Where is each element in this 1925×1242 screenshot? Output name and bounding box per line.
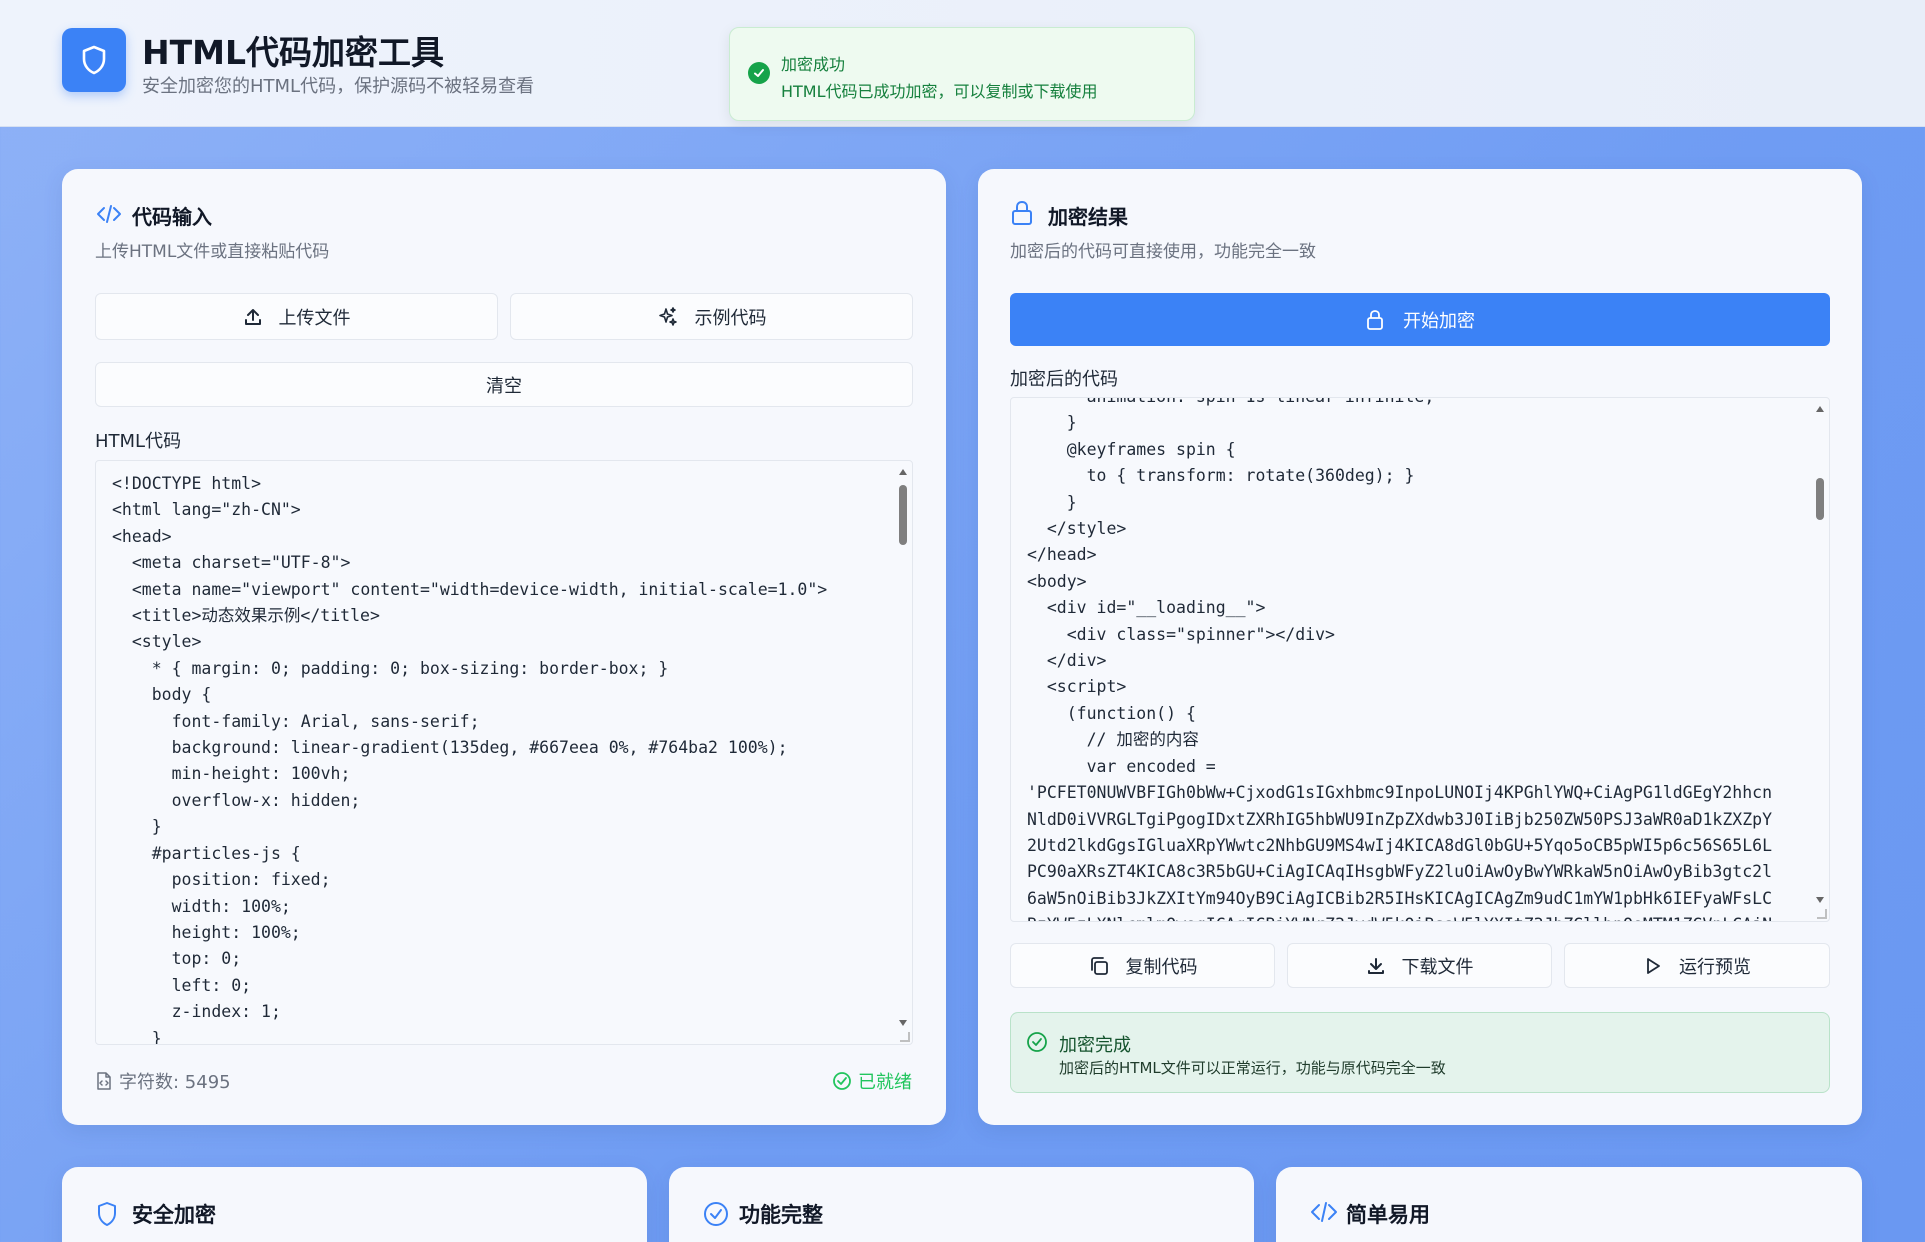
- copy-icon: [1090, 956, 1108, 975]
- encrypted-code-label: 加密后的代码: [1010, 369, 1118, 390]
- scroll-up-arrow[interactable]: [899, 469, 907, 475]
- download-file-label: 下载文件: [1401, 956, 1474, 978]
- feature-title: 功能完整: [739, 1203, 823, 1227]
- scroll-down-arrow[interactable]: [1816, 897, 1824, 903]
- ready-status: 已就绪: [832, 1068, 912, 1094]
- output-scrollbar[interactable]: [1813, 400, 1827, 910]
- scroll-thumb[interactable]: [1816, 478, 1824, 520]
- encrypt-result-card: 加密结果 加密后的代码可直接使用，功能完全一致 开始加密 加密后的代码 anim…: [978, 169, 1862, 1125]
- example-code-button[interactable]: 示例代码: [510, 293, 913, 340]
- code-icon: [97, 205, 121, 223]
- lock-icon: [1367, 309, 1383, 330]
- example-code-label: 示例代码: [694, 307, 767, 329]
- file-code-icon: [97, 1072, 111, 1090]
- scroll-up-arrow[interactable]: [1816, 406, 1824, 412]
- feature-card-security: 安全加密: [62, 1167, 647, 1242]
- done-message: 加密后的HTML文件可以正常运行，功能与原代码完全一致: [1059, 1059, 1446, 1077]
- start-encrypt-label: 开始加密: [1403, 310, 1475, 332]
- html-code-content: <!DOCTYPE html> <html lang="zh-CN"> <hea…: [112, 474, 828, 1045]
- check-circle-icon: [704, 1202, 728, 1226]
- run-preview-button[interactable]: 运行预览: [1564, 943, 1830, 988]
- char-count: 字符数: 5495: [95, 1068, 231, 1094]
- clear-button[interactable]: 清空: [95, 362, 913, 407]
- input-card-title: 代码输入: [132, 205, 212, 229]
- resize-handle[interactable]: [1817, 909, 1827, 919]
- clear-label: 清空: [486, 375, 522, 397]
- download-icon: [1367, 957, 1384, 974]
- run-preview-label: 运行预览: [1679, 956, 1751, 978]
- encrypted-code-content: animation: spin 1s linear infinite; } @k…: [1027, 398, 1773, 921]
- html-code-label: HTML代码: [95, 431, 182, 452]
- scroll-down-arrow[interactable]: [899, 1020, 907, 1026]
- upload-file-label: 上传文件: [278, 307, 351, 329]
- code-icon: [1311, 1202, 1337, 1222]
- check-circle-icon: [1027, 1032, 1047, 1052]
- result-card-title: 加密结果: [1048, 205, 1128, 229]
- input-scrollbar[interactable]: [896, 463, 910, 1033]
- upload-file-button[interactable]: 上传文件: [95, 293, 498, 340]
- result-card-description: 加密后的代码可直接使用，功能完全一致: [1010, 242, 1316, 262]
- download-file-button[interactable]: 下载文件: [1287, 943, 1552, 988]
- copy-code-button[interactable]: 复制代码: [1010, 943, 1275, 988]
- feature-title: 简单易用: [1346, 1203, 1430, 1227]
- check-circle-icon: [748, 62, 770, 84]
- code-input-card: 代码输入 上传HTML文件或直接粘贴代码 上传文件 示例代码 清空 HTML代码…: [62, 169, 946, 1125]
- lock-icon: [1012, 200, 1032, 225]
- scroll-thumb[interactable]: [899, 485, 907, 545]
- toast-message: HTML代码已成功加密，可以复制或下载使用: [781, 82, 1098, 101]
- shield-icon: [98, 1202, 116, 1226]
- play-icon: [1647, 957, 1660, 974]
- encrypted-code-textarea[interactable]: animation: spin 1s linear infinite; } @k…: [1010, 397, 1830, 922]
- feature-card-easy: 简单易用: [1276, 1167, 1862, 1242]
- input-card-description: 上传HTML文件或直接粘贴代码: [95, 242, 330, 262]
- ready-status-text: 已就绪: [858, 1072, 912, 1093]
- char-count-text: 字符数: 5495: [119, 1072, 231, 1093]
- toast-title: 加密成功: [781, 55, 846, 74]
- start-encrypt-button[interactable]: 开始加密: [1010, 293, 1830, 346]
- feature-card-complete: 功能完整: [669, 1167, 1254, 1242]
- upload-icon: [244, 308, 261, 325]
- encrypt-complete-notice: 加密完成 加密后的HTML文件可以正常运行，功能与原代码完全一致: [1010, 1012, 1830, 1093]
- app-subtitle: 安全加密您的HTML代码，保护源码不被轻易查看: [142, 76, 535, 97]
- app-title: HTML代码加密工具: [142, 33, 444, 72]
- sparkles-icon: [658, 306, 677, 326]
- done-title: 加密完成: [1059, 1035, 1131, 1056]
- resize-handle[interactable]: [900, 1032, 910, 1042]
- shield-icon: [82, 45, 106, 75]
- success-toast: 加密成功 HTML代码已成功加密，可以复制或下载使用: [729, 27, 1195, 121]
- app-logo: [62, 28, 126, 92]
- feature-title: 安全加密: [132, 1203, 216, 1227]
- html-code-textarea[interactable]: <!DOCTYPE html> <html lang="zh-CN"> <hea…: [95, 460, 913, 1045]
- check-circle-icon: [833, 1072, 851, 1090]
- copy-code-label: 复制代码: [1125, 956, 1198, 978]
